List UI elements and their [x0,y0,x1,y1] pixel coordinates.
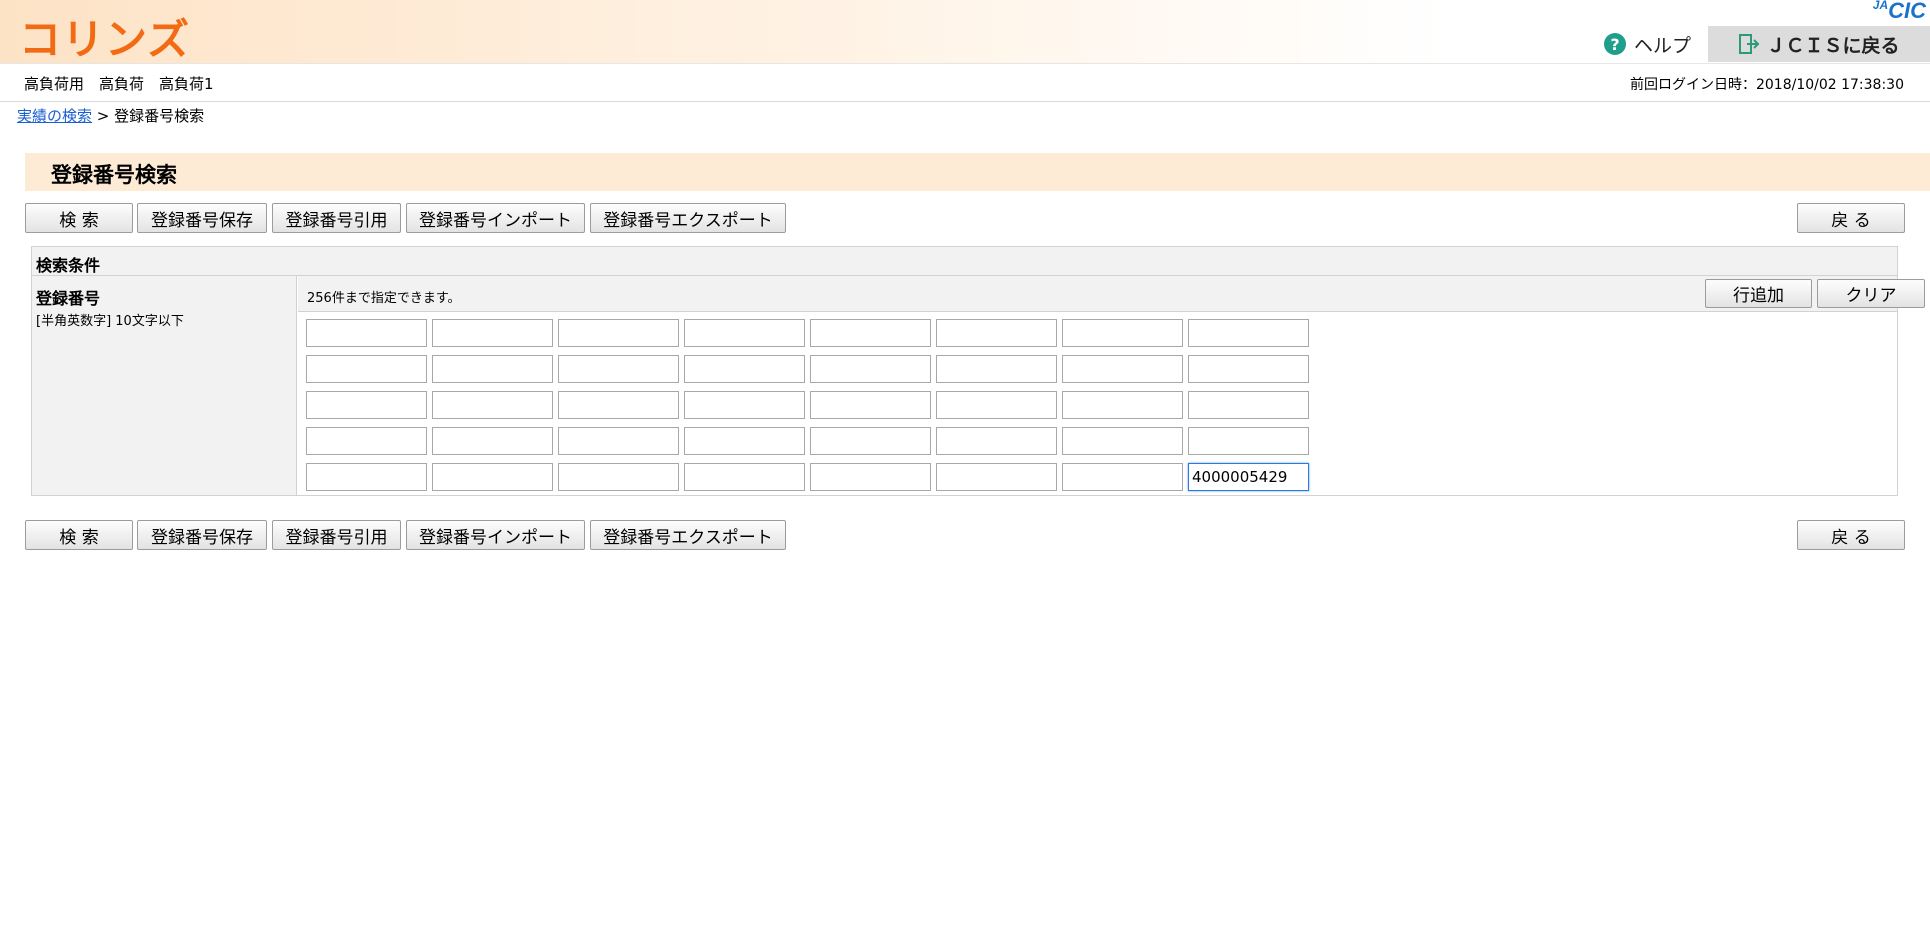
import-numbers-button[interactable]: 登録番号インポート [406,203,585,233]
registration-number-input[interactable] [306,355,427,383]
save-numbers-button[interactable]: 登録番号保存 [137,203,267,233]
registration-number-input[interactable] [936,427,1057,455]
page-title: 登録番号検索 [51,163,177,187]
brand-prefix: JA [1872,0,1889,12]
page-title-bar: 登録番号検索 [25,153,1930,191]
registration-number-input[interactable] [936,319,1057,347]
cite-numbers-button[interactable]: 登録番号引用 [272,203,401,233]
export-numbers-button[interactable]: 登録番号エクスポート [590,520,786,550]
registration-number-input[interactable] [306,391,427,419]
registration-number-input[interactable] [1062,319,1183,347]
registration-number-input[interactable] [306,463,427,491]
registration-number-input[interactable] [810,391,931,419]
registration-number-input[interactable] [810,427,931,455]
back-to-jcis-button[interactable]: ＪＣＩＳに戻る [1708,26,1930,62]
registration-number-input[interactable] [306,427,427,455]
app-logo: コリンズ [19,15,191,64]
search-button[interactable]: 検 索 [25,520,133,550]
brand-name: CIC [1888,0,1926,23]
field-label: 登録番号 [36,289,101,308]
registration-number-input[interactable] [810,319,931,347]
save-numbers-button[interactable]: 登録番号保存 [137,520,267,550]
registration-number-input[interactable] [810,355,931,383]
registration-number-input[interactable] [558,463,679,491]
back-button[interactable]: 戻 る [1797,203,1905,233]
back-to-jcis-label: ＪＣＩＳに戻る [1766,34,1900,57]
app-header: コリンズ JACIC ? ヘルプ ＪＣＩＳに戻る [0,0,1930,64]
registration-number-input[interactable] [1188,391,1309,419]
export-numbers-button[interactable]: 登録番号エクスポート [590,203,786,233]
registration-number-input[interactable] [558,319,679,347]
panel-header: 検索条件 [32,247,1897,276]
registration-number-input[interactable] [810,463,931,491]
registration-number-input[interactable] [432,319,553,347]
registration-number-input[interactable] [1188,355,1309,383]
registration-number-input[interactable] [1062,391,1183,419]
registration-number-input[interactable] [684,355,805,383]
field-hint: [半角英数字] 10文字以下 [36,314,184,329]
import-numbers-button[interactable]: 登録番号インポート [406,520,585,550]
registration-number-input[interactable] [684,391,805,419]
exit-icon [1739,34,1760,54]
breadcrumb-link-search[interactable]: 実績の検索 [17,107,92,125]
registration-number-input[interactable] [432,391,553,419]
registration-number-input[interactable] [1188,427,1309,455]
search-conditions-panel: 検索条件 登録番号 [半角英数字] 10文字以下 256件まで指定できます。 行… [31,246,1925,496]
registration-number-input[interactable] [558,355,679,383]
registration-number-input[interactable] [432,427,553,455]
add-row-button[interactable]: 行追加 [1705,279,1812,308]
registration-number-input[interactable] [1188,463,1309,491]
clear-button[interactable]: クリア [1817,279,1925,308]
breadcrumb: 実績の検索 > 登録番号検索 [17,105,204,126]
registration-number-input[interactable] [432,463,553,491]
breadcrumb-current: 登録番号検索 [114,107,205,125]
registration-number-input[interactable] [684,319,805,347]
help-label: ヘルプ [1634,34,1692,57]
back-button[interactable]: 戻 る [1797,520,1905,550]
last-login: 前回ログイン日時：2018/10/02 17:38:30 [1629,77,1904,93]
registration-number-input[interactable] [684,427,805,455]
user-bar: 高負荷用 高負荷 高負荷1 前回ログイン日時：2018/10/02 17:38:… [0,64,1930,102]
toolbar-top: 検 索 登録番号保存 登録番号引用 登録番号インポート 登録番号エクスポート 戻… [25,203,1905,233]
registration-number-input[interactable] [936,391,1057,419]
registration-number-input[interactable] [684,463,805,491]
registration-number-input[interactable] [1062,427,1183,455]
user-name: 高負荷用 高負荷 高負荷1 [24,75,214,93]
registration-number-input[interactable] [1188,319,1309,347]
registration-number-input[interactable] [558,391,679,419]
registration-number-input[interactable] [558,427,679,455]
panel-header-label: 検索条件 [36,256,101,275]
info-row: 256件まで指定できます。 行追加 クリア [298,276,1925,312]
registration-number-input[interactable] [936,355,1057,383]
help-link[interactable]: ? ヘルプ [1604,28,1691,60]
brand-logo: JACIC [1873,0,1926,24]
registration-number-input[interactable] [306,319,427,347]
cite-numbers-button[interactable]: 登録番号引用 [272,520,401,550]
max-count-info: 256件まで指定できます。 [307,291,461,306]
breadcrumb-separator: > [96,107,110,125]
toolbar-bottom: 検 索 登録番号保存 登録番号引用 登録番号インポート 登録番号エクスポート 戻… [25,520,1905,550]
registration-number-input[interactable] [1062,463,1183,491]
registration-number-input[interactable] [1062,355,1183,383]
field-label-cell: 登録番号 [半角英数字] 10文字以下 [32,276,297,495]
search-button[interactable]: 検 索 [25,203,133,233]
registration-number-input[interactable] [936,463,1057,491]
question-icon: ? [1604,33,1626,55]
registration-number-input[interactable] [432,355,553,383]
